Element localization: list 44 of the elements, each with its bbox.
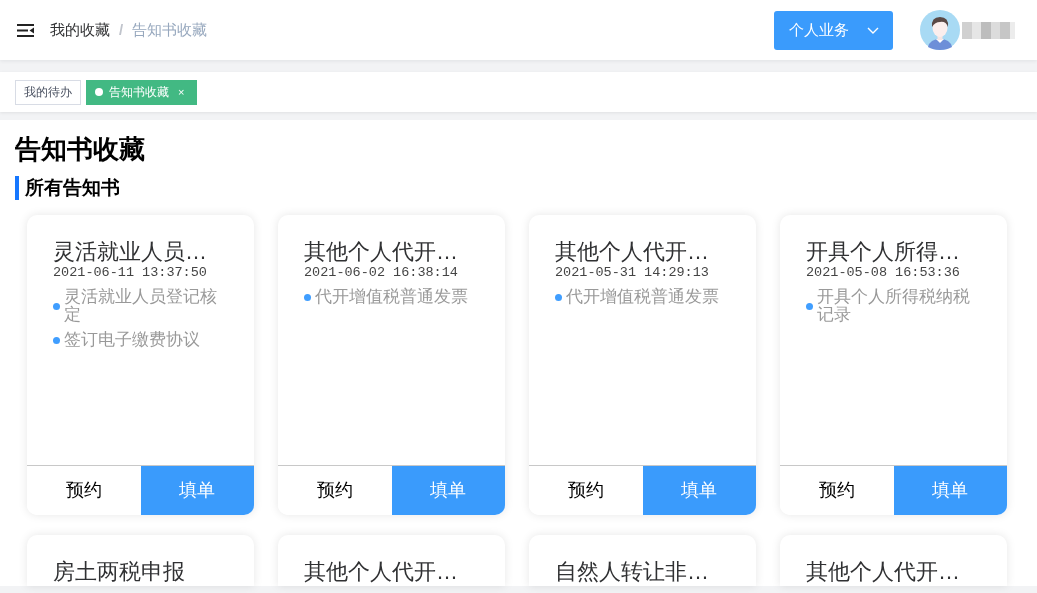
active-dot-icon: [95, 88, 103, 96]
pixelated-name-block: [962, 21, 1015, 39]
tag-close-button[interactable]: ×: [178, 86, 185, 98]
item-text: 代开增值税普通发票: [566, 288, 720, 306]
card-title: 其他个人代开…: [806, 559, 961, 585]
bullet-dot-icon: [806, 302, 813, 310]
action-button[interactable]: 填单: [391, 466, 505, 515]
chevron-down-icon: [867, 26, 879, 34]
bullet-dot-icon: [53, 302, 60, 310]
view-tag[interactable]: 告知书收藏 ×: [86, 79, 198, 105]
card-title: 其他个人代开…: [304, 559, 459, 585]
bullet-dot-icon: [53, 336, 60, 344]
action-button[interactable]: 填单: [140, 466, 254, 515]
item-text: 签订电子缴费协议: [64, 331, 201, 349]
card-title: 灵活就业人员…: [53, 239, 208, 265]
item-text: 代开增值税普通发票: [315, 288, 469, 306]
bullet-dot-icon: [555, 293, 562, 301]
card-title: 自然人转让非…: [555, 559, 710, 585]
breadcrumb-separator: /: [119, 19, 124, 40]
breadcrumb-link[interactable]: 我的收藏: [50, 18, 110, 42]
card-title: 房土两税申报: [53, 559, 186, 585]
card-title: 其他个人代开…: [304, 239, 459, 265]
action-button[interactable]: 预约: [278, 466, 392, 515]
action-button[interactable]: 预约: [529, 466, 643, 515]
menu-icon[interactable]: [17, 23, 34, 37]
action-button[interactable]: 填单: [642, 466, 756, 515]
card-timestamp: 2021-05-08 16:53:36: [806, 265, 961, 281]
card-timestamp: 2021-06-02 16:38:14: [304, 265, 459, 281]
avatar-icon[interactable]: [920, 10, 960, 50]
page-title: 告知书收藏: [15, 134, 146, 164]
bullet-dot-icon: [304, 293, 311, 301]
action-button[interactable]: 预约: [27, 466, 141, 515]
breadcrumb-current: 告知书收藏: [132, 19, 208, 40]
view-tag[interactable]: 我的待办: [15, 79, 81, 105]
business-dropdown-button[interactable]: 个人业务: [774, 10, 893, 50]
card-timestamp: 2021-05-31 14:29:13: [555, 265, 710, 281]
card-timestamp: 2021-06-11 13:37:50: [53, 265, 208, 281]
card-title: 其他个人代开…: [555, 239, 710, 265]
action-button[interactable]: 填单: [893, 466, 1007, 515]
section-heading: 所有告知书: [15, 176, 1022, 200]
card-title: 开具个人所得…: [806, 239, 961, 265]
action-button[interactable]: 预约: [780, 466, 894, 515]
item-text: 开具个人所得税纳税记录: [817, 288, 971, 324]
item-text: 灵活就业人员登记核定: [64, 288, 218, 324]
